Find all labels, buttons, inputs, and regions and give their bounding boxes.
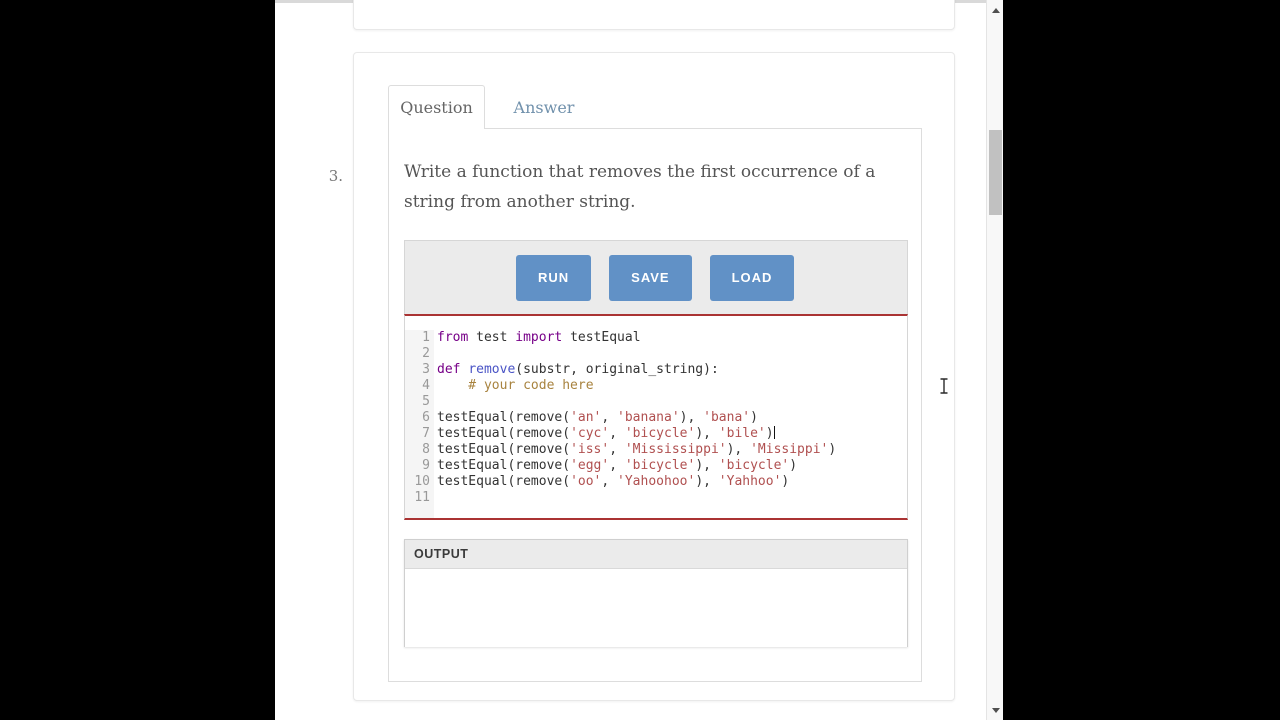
question-text: Write a function that removes the first … (404, 162, 876, 212)
tab-answer-label: Answer (513, 97, 575, 117)
question-panel: Write a function that removes the first … (388, 128, 922, 682)
tab-question[interactable]: Question (388, 85, 485, 129)
code-editor[interactable]: 1 2 3 4 5 6 7 8 9 10 11 from test import testEqual… (404, 314, 908, 520)
text-caret (773, 426, 775, 439)
output-header-label: OUTPUT (414, 547, 469, 561)
code-widget: RUN SAVE LOAD 1 2 3 4 5 6 7 8 9 10 11 from test im… (404, 240, 908, 520)
editor-code[interactable]: from test import testEqual def remove(sub… (434, 330, 907, 518)
tab-question-label: Question (400, 98, 473, 117)
scroll-down-icon[interactable] (987, 702, 1004, 718)
editor-gutter: 1 2 3 4 5 6 7 8 9 10 11 (405, 330, 434, 518)
output-header: OUTPUT (405, 540, 907, 569)
load-button[interactable]: LOAD (709, 254, 795, 301)
exercise-card: Question Answer Write a function that re… (353, 52, 955, 701)
save-button[interactable]: SAVE (609, 254, 692, 301)
browser-page: 3. Question Answer Write a function that… (275, 0, 1003, 720)
app-window: 3. Question Answer Write a function that… (0, 0, 1280, 720)
tab-answer[interactable]: Answer (494, 85, 594, 129)
question-number: 3. (328, 167, 343, 185)
previous-exercise-card (353, 0, 955, 30)
scrollbar-thumb[interactable] (989, 130, 1002, 215)
output-box: OUTPUT (404, 539, 908, 647)
text-cursor-icon (939, 378, 949, 398)
run-button[interactable]: RUN (516, 254, 592, 301)
output-body (405, 569, 907, 647)
vertical-scrollbar[interactable] (986, 0, 1003, 720)
scroll-up-icon[interactable] (987, 2, 1004, 18)
editor-toolbar: RUN SAVE LOAD (404, 240, 908, 314)
